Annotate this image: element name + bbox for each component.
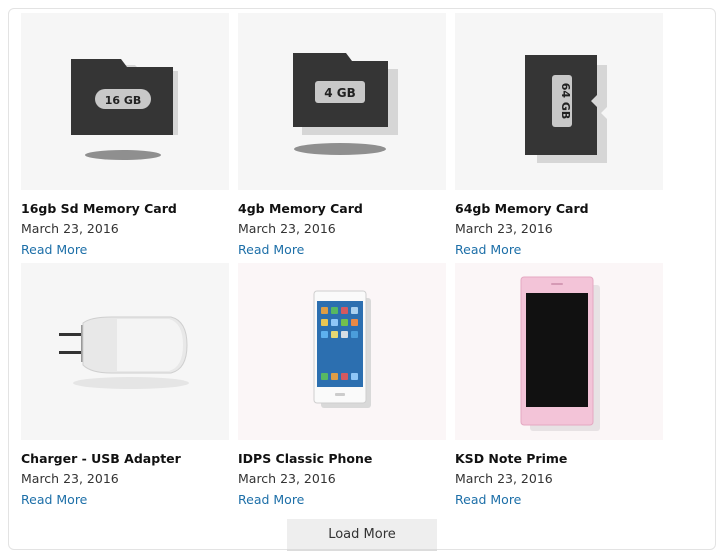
product-title[interactable]: 64gb Memory Card: [455, 201, 663, 217]
svg-text:4 GB: 4 GB: [324, 86, 356, 100]
sd-card-4gb-icon: 4 GB: [293, 53, 398, 155]
svg-text:64 GB: 64 GB: [559, 83, 572, 120]
product-date: March 23, 2016: [238, 221, 336, 236]
product-card: Charger - USB Adapter March 23, 2016 Rea…: [21, 263, 229, 508]
product-card: 4 GB 4gb Memory Card March 23, 2016 Read…: [238, 13, 446, 258]
product-card: 16 GB 16gb Sd Memory Card March 23, 2016…: [21, 13, 229, 258]
product-card: IDPS Classic Phone March 23, 2016 Read M…: [238, 263, 446, 508]
product-image[interactable]: [455, 263, 663, 440]
product-date: March 23, 2016: [21, 221, 119, 236]
product-date: March 23, 2016: [455, 471, 553, 486]
load-more-button[interactable]: Load More: [287, 519, 437, 551]
product-title[interactable]: 16gb Sd Memory Card: [21, 201, 229, 217]
product-date: March 23, 2016: [21, 471, 119, 486]
product-date: March 23, 2016: [455, 221, 553, 236]
charger-icon: [59, 316, 189, 389]
svg-text:16 GB: 16 GB: [105, 94, 142, 107]
sd-card-16gb-icon: 16 GB: [71, 59, 178, 160]
product-card: 64 GB 64gb Memory Card March 23, 2016 Re…: [455, 13, 663, 258]
product-image[interactable]: [238, 263, 446, 440]
read-more-link[interactable]: Read More: [21, 492, 87, 507]
product-image[interactable]: 16 GB: [21, 13, 229, 190]
phone-white-icon: [313, 290, 371, 408]
product-date: March 23, 2016: [238, 471, 336, 486]
product-image[interactable]: 64 GB: [455, 13, 663, 190]
read-more-link[interactable]: Read More: [21, 242, 87, 257]
read-more-link[interactable]: Read More: [455, 242, 521, 257]
read-more-link[interactable]: Read More: [238, 242, 304, 257]
read-more-link[interactable]: Read More: [238, 492, 304, 507]
product-image[interactable]: 4 GB: [238, 13, 446, 190]
read-more-link[interactable]: Read More: [455, 492, 521, 507]
product-title[interactable]: Charger - USB Adapter: [21, 451, 229, 467]
product-title[interactable]: 4gb Memory Card: [238, 201, 446, 217]
phone-pink-icon: [520, 276, 600, 431]
product-title[interactable]: IDPS Classic Phone: [238, 451, 446, 467]
sd-card-64gb-icon: 64 GB: [525, 55, 607, 163]
product-title[interactable]: KSD Note Prime: [455, 451, 663, 467]
product-image[interactable]: [21, 263, 229, 440]
product-card: KSD Note Prime March 23, 2016 Read More: [455, 263, 663, 508]
